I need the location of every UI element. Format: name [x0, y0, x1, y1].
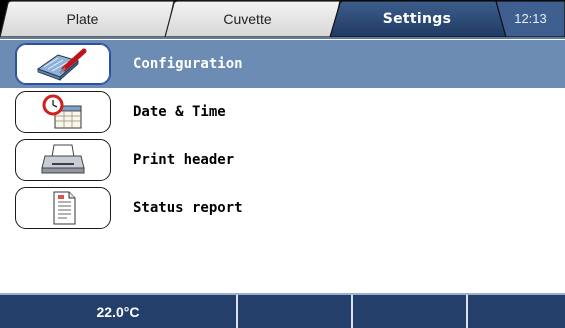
menu-item-label: Configuration — [133, 56, 243, 72]
tab-bar: Plate Cuvette Settings 12:13 — [0, 0, 565, 37]
menu-item-label: Status report — [133, 200, 243, 216]
clock-display: 12:13 — [514, 11, 547, 26]
print-header-button[interactable] — [15, 139, 111, 181]
tab-plate[interactable]: Plate — [0, 0, 165, 37]
menu-item-configuration[interactable]: Configuration — [0, 40, 565, 88]
configuration-icon — [36, 48, 87, 81]
settings-screen: Plate Cuvette Settings 12:13 Configurati… — [0, 0, 565, 328]
printer-icon — [41, 144, 85, 174]
tab-cuvette[interactable]: Cuvette — [160, 0, 335, 37]
menu-item-date-time[interactable]: Date & Time — [0, 88, 565, 136]
tab-settings[interactable]: Settings — [332, 0, 502, 37]
softkey-3[interactable] — [468, 295, 565, 328]
temperature-readout: 22.0°C — [96, 303, 140, 320]
softkey-1[interactable] — [238, 295, 351, 328]
menu-item-print-header[interactable]: Print header — [0, 136, 565, 184]
softkey-2[interactable] — [353, 295, 466, 328]
menu-item-label: Date & Time — [133, 104, 226, 120]
settings-menu: Configuration Date & Time Print header S… — [0, 37, 565, 293]
status-report-button[interactable] — [15, 187, 111, 229]
report-document-icon — [53, 191, 76, 225]
date-time-button[interactable] — [15, 91, 111, 133]
menu-item-status-report[interactable]: Status report — [0, 184, 565, 232]
menu-item-label: Print header — [133, 152, 235, 168]
calendar-clock-icon — [42, 94, 82, 129]
configuration-button[interactable] — [15, 43, 111, 85]
status-bar: 22.0°C — [0, 293, 565, 328]
